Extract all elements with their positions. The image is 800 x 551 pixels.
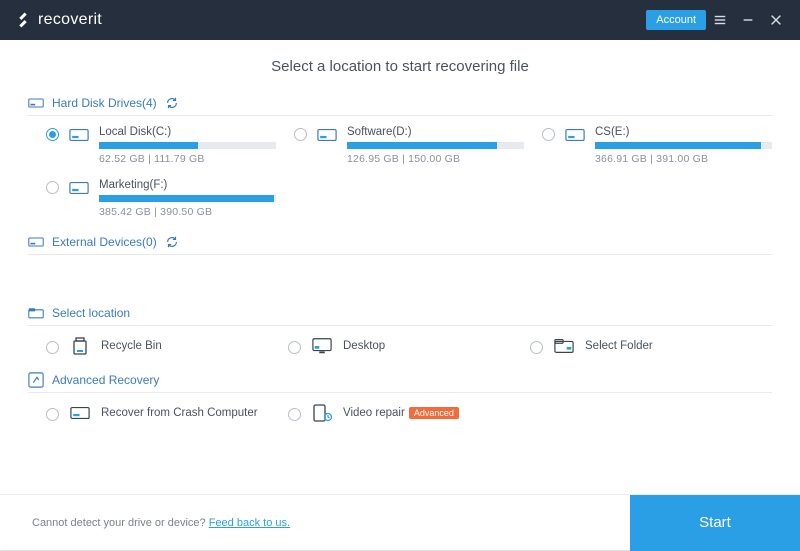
refresh-icon[interactable] [165,96,179,110]
advanced-item[interactable]: Recover from Crash Computer [46,403,288,423]
drive-item[interactable]: Local Disk(C:) 62.52 GB | 111.79 GB [46,126,276,165]
drive-icon [69,126,89,149]
drive-item[interactable]: Software(D:) 126.95 GB | 150.00 GB [294,126,524,165]
usage-bar [595,142,772,149]
drive-name: CS(E:) [595,126,772,138]
advanced-radio[interactable] [288,408,301,421]
section-title-location: Select location [52,306,130,320]
usage-bar [347,142,524,149]
feedback-link[interactable]: Feed back to us. [209,517,290,529]
drive-radio[interactable] [46,128,59,141]
video-icon [311,403,333,423]
drive-icon [565,126,585,149]
crash-icon [69,403,91,423]
drive-icon [69,179,89,202]
titlebar: recoverit Account [0,0,800,40]
drive-size: 126.95 GB | 150.00 GB [347,153,524,165]
desktop-icon [311,336,333,356]
app-name: recoverit [38,11,102,29]
drive-name: Local Disk(C:) [99,126,276,138]
section-title-advanced: Advanced Recovery [52,373,159,387]
advanced-radio[interactable] [46,408,59,421]
section-external: External Devices(0) [28,230,772,295]
section-title-hdd: Hard Disk Drives(4) [52,96,157,110]
drive-icon [317,126,337,149]
account-button[interactable]: Account [646,10,706,30]
location-radio[interactable] [530,341,543,354]
usage-bar [99,195,276,202]
page-title: Select a location to start recovering fi… [28,58,772,75]
section-title-external: External Devices(0) [52,235,157,249]
advanced-section-icon [28,372,44,388]
location-item[interactable]: Desktop [288,336,530,356]
refresh-icon[interactable] [165,235,179,249]
drive-name: Marketing(F:) [99,179,276,191]
menu-icon[interactable] [706,6,734,34]
location-item[interactable]: Select Folder [530,336,772,356]
location-radio[interactable] [288,341,301,354]
external-section-icon [28,234,44,250]
drive-size: 62.52 GB | 111.79 GB [99,153,276,165]
advanced-label: Video repairAdvanced [343,407,459,419]
location-item[interactable]: Recycle Bin [46,336,288,356]
minimize-icon[interactable] [734,6,762,34]
close-icon[interactable] [762,6,790,34]
drive-item[interactable]: CS(E:) 366.91 GB | 391.00 GB [542,126,772,165]
location-label: Select Folder [585,340,653,352]
section-hdd: Hard Disk Drives(4) Local Disk(C:) 62.52 … [28,91,772,224]
recycle-icon [69,336,91,356]
footer: Cannot detect your drive or device? Feed… [0,494,800,550]
location-radio[interactable] [46,341,59,354]
start-button[interactable]: Start [630,495,800,551]
drive-name: Software(D:) [347,126,524,138]
drive-size: 385.42 GB | 390.50 GB [99,206,276,218]
drive-size: 366.91 GB | 391.00 GB [595,153,772,165]
drive-radio[interactable] [46,181,59,194]
drive-radio[interactable] [542,128,555,141]
section-advanced: Advanced Recovery Recover from Crash Com… [28,368,772,429]
advanced-label: Recover from Crash Computer [101,407,258,419]
hdd-section-icon [28,95,44,111]
advanced-item[interactable]: Video repairAdvanced [288,403,530,423]
app-logo: recoverit [14,11,102,29]
section-location: Select location Recycle Bin Desktop Select… [28,301,772,362]
location-label: Desktop [343,340,385,352]
drive-radio[interactable] [294,128,307,141]
folder-icon [553,336,575,356]
advanced-badge: Advanced [409,407,459,419]
footer-text: Cannot detect your drive or device? Feed… [32,517,290,529]
location-section-icon [28,305,44,321]
location-label: Recycle Bin [101,340,162,352]
usage-bar [99,142,276,149]
drive-item[interactable]: Marketing(F:) 385.42 GB | 390.50 GB [46,179,276,218]
logo-icon [14,11,32,29]
